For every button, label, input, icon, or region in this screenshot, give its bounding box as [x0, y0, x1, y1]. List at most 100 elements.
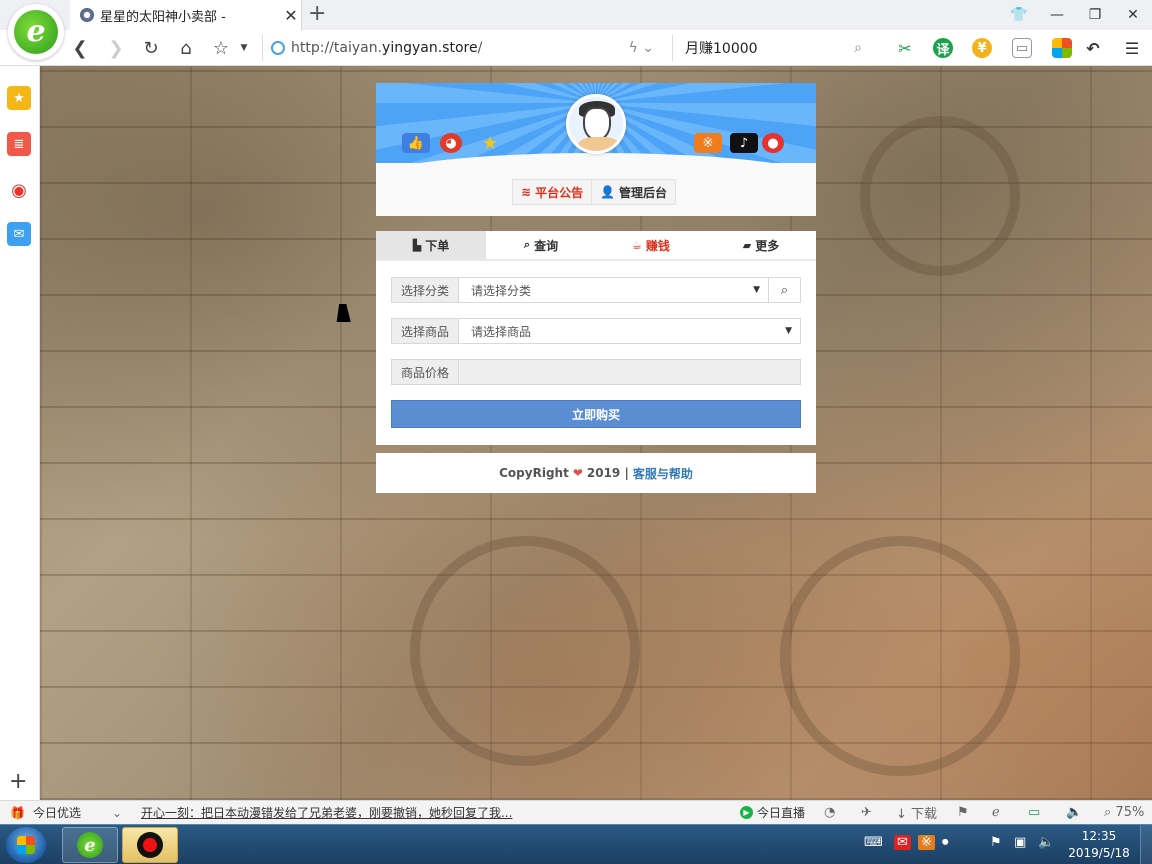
category-row: 选择分类 请选择分类 ▼ ⌕	[391, 277, 801, 303]
tab-query[interactable]: ⌕ 查询	[486, 231, 596, 259]
search-input[interactable]: 月赚10000	[685, 38, 854, 58]
tab-close-icon[interactable]: ✕	[281, 6, 301, 25]
star-icon[interactable]: ★	[476, 133, 504, 154]
search-box[interactable]: 月赚10000 ⌕	[672, 35, 868, 61]
weibo-badge-icon[interactable]: ※	[694, 133, 722, 153]
product-select[interactable]: 请选择商品 ▼	[459, 319, 800, 343]
secure-site-icon	[271, 41, 285, 55]
minimize-button[interactable]: —	[1038, 0, 1076, 30]
wifi-icon: ≋	[521, 185, 532, 199]
skin-icon[interactable]: 👕	[1000, 0, 1038, 30]
menu-icon[interactable]: ☰	[1122, 38, 1142, 58]
forward-icon[interactable]: ❯	[104, 36, 128, 60]
shopping-bag-icon: ▙	[412, 238, 422, 252]
weibo-icon[interactable]: ◉	[7, 178, 31, 202]
zoom-level[interactable]: ⌕ 75%	[1104, 805, 1144, 820]
back-icon[interactable]: ❮	[68, 36, 92, 60]
news-ticker[interactable]: 开心一刻：把日本动漫错发给了兄弟老婆，刚要撤销，她秒回复了我...	[141, 804, 512, 821]
favorites-star-icon[interactable]: ★	[7, 86, 31, 110]
header-banner: 👍 ◕ ★ ※ ♪ ●	[376, 83, 816, 163]
coffee-cup-icon: ☕	[632, 238, 642, 252]
home-icon[interactable]: ⌂	[174, 36, 198, 60]
action-center-icon[interactable]: ⚑	[990, 835, 1002, 850]
category-select[interactable]: 请选择分类 ▼	[459, 278, 768, 302]
undo-icon[interactable]: ↶	[1083, 38, 1103, 58]
chevron-down-icon: ▼	[753, 285, 760, 295]
clock-time: 12:35	[1081, 829, 1117, 843]
browser-logo-icon[interactable]: e	[8, 4, 64, 60]
tray-record-icon[interactable]: ⏺	[942, 835, 949, 850]
system-clock[interactable]: 12:35 2019/5/18	[1066, 828, 1132, 862]
mail-icon[interactable]: ✉	[7, 222, 31, 246]
new-tab-button[interactable]: +	[308, 3, 326, 25]
pin-icon[interactable]: ✈	[861, 805, 872, 820]
price-row: 商品价格	[391, 359, 801, 385]
tab-bar: 星星的太阳神小卖部 - ✕ + 👕 — ❐ ✕	[0, 0, 1152, 30]
tab-title: 星星的太阳神小卖部 -	[100, 9, 226, 25]
speaker-icon[interactable]: 🔈	[1038, 835, 1054, 850]
restore-button[interactable]: ❐	[1076, 0, 1114, 30]
price-field	[459, 360, 800, 384]
category-search-button[interactable]: ⌕	[768, 278, 800, 302]
admin-panel-button[interactable]: 👤 管理后台	[591, 180, 675, 204]
douyin-icon[interactable]: ♪	[730, 133, 758, 153]
clock-date: 2019/5/18	[1068, 846, 1130, 860]
browser-tab[interactable]: 星星的太阳神小卖部 - ✕	[70, 0, 302, 30]
navigation-bar: ❮ ❯ ↻ ⌂ ☆ ▼ http://taiyan.yingyan.store/…	[0, 30, 1152, 66]
copyright-year: 2019 |	[586, 466, 629, 480]
address-url[interactable]: http://taiyan.yingyan.store/	[291, 40, 482, 56]
close-window-button[interactable]: ✕	[1114, 0, 1152, 30]
kuaishou-icon[interactable]: ●	[762, 133, 784, 153]
buy-now-button[interactable]: 立即购买	[391, 400, 801, 428]
show-desktop-button[interactable]	[1140, 825, 1152, 864]
reload-icon[interactable]: ↻	[139, 36, 163, 60]
apps-grid-icon[interactable]	[1052, 38, 1072, 58]
folder-open-icon: ▰	[742, 238, 752, 252]
start-button[interactable]	[6, 827, 46, 863]
volume-icon[interactable]: 🔈	[1066, 805, 1082, 820]
tab-earn[interactable]: ☕ 赚钱	[596, 231, 706, 259]
shopping-coupon-icon[interactable]: ¥	[972, 38, 992, 58]
price-label: 商品价格	[392, 360, 459, 384]
chevron-down-icon: ▼	[785, 326, 792, 336]
scissors-icon[interactable]: ✂	[895, 38, 915, 58]
carved-ornament-decoration	[860, 116, 1020, 276]
download-link[interactable]: ↓ 下载	[896, 803, 937, 822]
help-link[interactable]: 客服与帮助	[633, 465, 693, 482]
favorite-star-icon[interactable]: ☆	[209, 36, 233, 60]
favorite-dropdown-icon[interactable]: ▼	[232, 36, 256, 60]
window-mode-icon[interactable]: ▭	[1028, 805, 1040, 820]
taskbar-recorder-icon[interactable]	[122, 827, 178, 863]
site-favicon-icon	[80, 8, 94, 22]
lightning-mode-icon[interactable]: ϟ ⌄	[629, 40, 654, 56]
taskbar-browser-icon[interactable]: e	[62, 827, 118, 863]
category-label: 选择分类	[392, 278, 459, 302]
tab-order[interactable]: ▙ 下单	[376, 231, 486, 259]
qq-penguin-icon[interactable]: ◕	[440, 133, 462, 153]
tab-more[interactable]: ▰ 更多	[706, 231, 816, 259]
featured-link[interactable]: 今日优选	[33, 804, 81, 821]
chevron-down-icon[interactable]: ⌄	[112, 806, 122, 820]
add-sidebar-item-button[interactable]: +	[9, 769, 27, 794]
keyboard-icon[interactable]: ⌨	[864, 835, 883, 850]
tray-weibo-icon[interactable]: ※	[918, 835, 935, 850]
carved-wheel-decoration	[780, 536, 1020, 776]
reading-list-icon[interactable]: ≣	[7, 132, 31, 156]
tray-app-icon[interactable]: ✉	[894, 835, 911, 850]
screenshot-icon[interactable]: ▭	[1012, 38, 1032, 58]
platform-notice-button[interactable]: ≋ 平台公告	[513, 180, 591, 204]
network-icon[interactable]: ▣	[1014, 835, 1026, 850]
ie-compat-icon[interactable]: ℯ	[992, 805, 1000, 820]
page-background: 👍 ◕ ★ ※ ♪ ● ≋ 平台公告 👤 管理后台 ▙ 下单 ⌕ 查询 ☕ 赚钱…	[40, 66, 1152, 800]
site-avatar	[566, 94, 626, 154]
live-stream-link[interactable]: ▶ 今日直播	[740, 804, 805, 821]
speed-icon[interactable]: ◔	[824, 805, 835, 820]
product-label: 选择商品	[392, 319, 459, 343]
flag-icon[interactable]: ⚑	[957, 805, 969, 820]
translate-icon[interactable]: 译	[933, 38, 953, 58]
search-icon[interactable]: ⌕	[854, 40, 862, 56]
carved-flower-decoration	[410, 536, 640, 766]
browser-status-bar: 🎁 今日优选 ⌄ 开心一刻：把日本动漫错发给了兄弟老婆，刚要撤销，她秒回复了我.…	[0, 800, 1152, 824]
thumbs-up-icon[interactable]: 👍	[402, 133, 430, 153]
address-bar[interactable]: http://taiyan.yingyan.store/ ϟ ⌄	[262, 35, 658, 61]
